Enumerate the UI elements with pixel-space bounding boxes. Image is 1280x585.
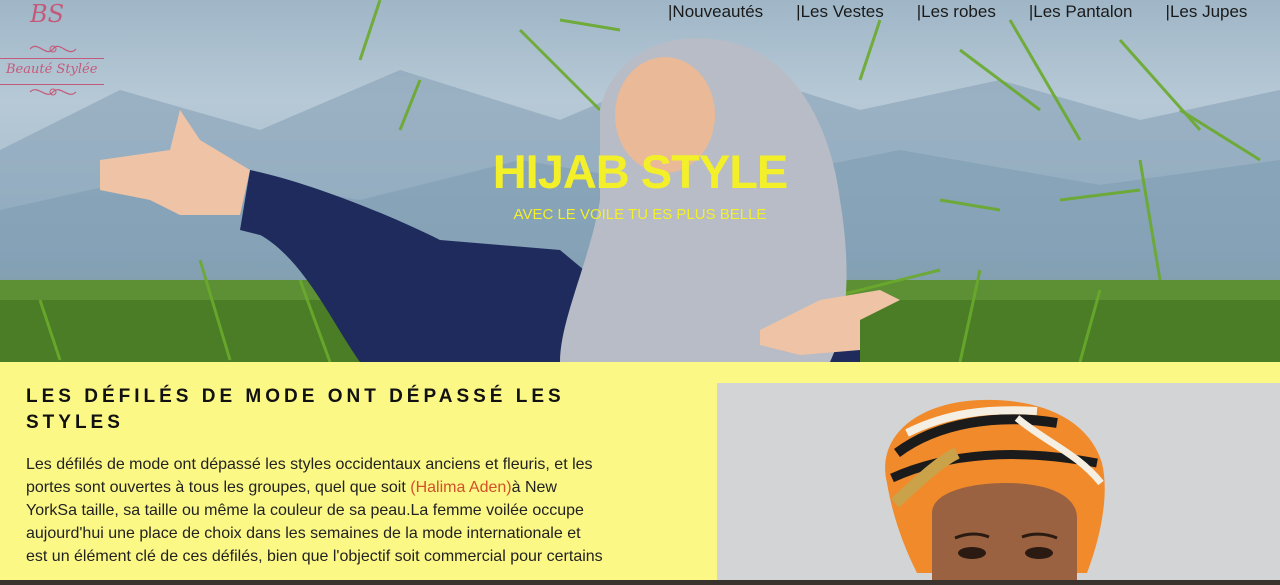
nav-item-nouveautes[interactable]: Nouveautés [672,2,763,22]
logo-monogram: BS [30,0,65,28]
nav-item-les-pantalon[interactable]: Les Pantalon [1033,2,1132,22]
nav-item-les-jupes[interactable]: Les Jupes [1170,2,1248,22]
hero-banner: BS Beauté Stylée | Nouveautés | Les Vest… [0,0,1280,362]
logo-name: Beauté Stylée [6,62,98,77]
nav-item-les-robes[interactable]: Les robes [921,2,996,22]
ornament-icon [29,88,77,96]
model-photo [717,383,1280,585]
hero-subtitle: AVEC LE VOILE TU ES PLUS BELLE [513,206,767,223]
turban-model-image [717,383,1280,585]
brand-logo[interactable]: BS Beauté Stylée [0,0,106,104]
nav-item-les-vestes[interactable]: Les Vestes [801,2,884,22]
page-bottom-edge [0,580,1280,585]
logo-divider [0,58,104,59]
section-heading: LES DÉFILÉS DE MODE ONT DÉPASSÉ LES STYL… [26,386,565,433]
main-nav: | Nouveautés | Les Vestes | Les robes | … [668,2,1247,22]
highlight-name: (Halima Aden) [410,479,512,496]
hero-title: HIJAB STYLE [492,145,789,198]
section-paragraph: Les défilés de mode ont dépassé les styl… [26,453,606,568]
article-section: LES DÉFILÉS DE MODE ONT DÉPASSÉ LES STYL… [0,362,1280,585]
ornament-icon [29,45,77,53]
